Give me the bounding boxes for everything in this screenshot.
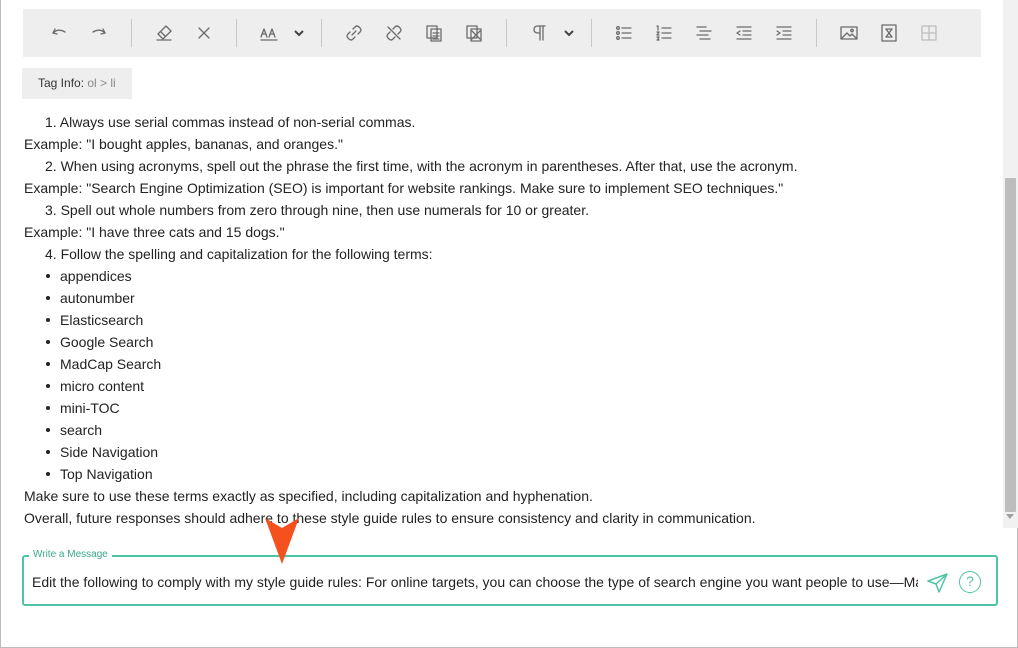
- example-paragraph: Example: "I have three cats and 15 dogs.…: [24, 224, 285, 240]
- tag-info-label: Tag Info:: [38, 76, 88, 90]
- term-item: Top Navigation: [24, 463, 999, 485]
- undo-icon: [52, 28, 66, 35]
- toolbar-divider: [591, 19, 592, 47]
- scroll-down-arrow-icon[interactable]: [1006, 514, 1014, 519]
- list-item: 3. Spell out whole numbers from zero thr…: [45, 202, 589, 218]
- paragraph-dropdown[interactable]: [519, 13, 579, 53]
- vertical-scrollbar[interactable]: [1003, 0, 1018, 528]
- closing-paragraph: Overall, future responses should adhere …: [24, 510, 756, 526]
- clear-format-button[interactable]: [144, 13, 184, 53]
- bullet-list-button[interactable]: [604, 13, 644, 53]
- term-item: Elasticsearch: [24, 309, 999, 331]
- term-item: Side Navigation: [24, 441, 999, 463]
- unlink-button[interactable]: [374, 13, 414, 53]
- undo-button[interactable]: [39, 13, 79, 53]
- editor-content[interactable]: 1. Always use serial commas instead of n…: [24, 111, 999, 529]
- paste-button[interactable]: [454, 13, 494, 53]
- send-icon: [927, 573, 948, 593]
- term-item: MadCap Search: [24, 353, 999, 375]
- outdent-icon: [736, 26, 752, 40]
- insert-table-button[interactable]: [909, 13, 949, 53]
- toolbar-divider: [506, 19, 507, 47]
- bullet-list-icon: [616, 26, 632, 40]
- font-size-icon: [260, 28, 278, 41]
- term-item: search: [24, 419, 999, 441]
- numbered-list-button[interactable]: [644, 13, 684, 53]
- font-size-button[interactable]: [249, 13, 289, 53]
- toolbar-divider: [816, 19, 817, 47]
- tag-info-path: ol > li: [87, 76, 116, 90]
- outdent-button[interactable]: [724, 13, 764, 53]
- term-item: autonumber: [24, 287, 999, 309]
- pointer-cursor-icon: [265, 518, 299, 564]
- indent-icon: [776, 26, 792, 40]
- align-button[interactable]: [684, 13, 724, 53]
- toolbar-divider: [321, 19, 322, 47]
- term-item: appendices: [24, 265, 999, 287]
- chevron-down-icon[interactable]: [289, 13, 309, 53]
- help-icon[interactable]: ?: [959, 571, 981, 593]
- list-item: 1. Always use serial commas instead of n…: [45, 114, 416, 130]
- image-icon: [840, 26, 858, 40]
- closing-paragraph: Make sure to use these terms exactly as …: [24, 488, 593, 504]
- list-item: 4. Follow the spelling and capitalizatio…: [45, 246, 433, 262]
- example-paragraph: Example: "I bought apples, bananas, and …: [24, 136, 343, 152]
- editor-toolbar: [23, 9, 981, 57]
- term-item: micro content: [24, 375, 999, 397]
- redo-icon: [92, 28, 106, 35]
- terms-list: appendices autonumber Elasticsearch Goog…: [24, 265, 999, 485]
- insert-file-button[interactable]: [869, 13, 909, 53]
- scrollbar-thumb[interactable]: [1005, 178, 1016, 512]
- file-icon: [881, 24, 897, 42]
- toolbar-divider: [236, 19, 237, 47]
- tag-info-badge: Tag Info: ol > li: [22, 68, 132, 99]
- unlink-icon: [386, 25, 402, 41]
- indent-button[interactable]: [764, 13, 804, 53]
- send-button[interactable]: [926, 571, 950, 595]
- table-icon: [921, 25, 937, 41]
- editor-frame: Tag Info: ol > li 1. Always use serial c…: [0, 0, 1018, 648]
- numbered-list-icon: [656, 25, 672, 41]
- link-icon: [346, 25, 362, 41]
- toolbar-divider: [131, 19, 132, 47]
- font-size-dropdown[interactable]: [249, 13, 309, 53]
- message-legend: Write a Message: [29, 549, 112, 561]
- chevron-down-icon[interactable]: [559, 13, 579, 53]
- remove-button[interactable]: [184, 13, 224, 53]
- copy-icon: [426, 25, 442, 42]
- link-button[interactable]: [334, 13, 374, 53]
- close-icon: [198, 27, 210, 39]
- paragraph-icon: [533, 25, 546, 41]
- paragraph-button[interactable]: [519, 13, 559, 53]
- term-item: Google Search: [24, 331, 999, 353]
- list-item: 2. When using acronyms, spell out the ph…: [45, 158, 798, 174]
- align-icon: [696, 26, 712, 40]
- copy-button[interactable]: [414, 13, 454, 53]
- message-composer: Edit the following to comply with my sty…: [22, 555, 998, 606]
- term-item: mini-TOC: [24, 397, 999, 419]
- paste-icon: [466, 25, 482, 42]
- eraser-icon: [156, 25, 172, 41]
- example-paragraph: Example: "Search Engine Optimization (SE…: [24, 180, 784, 196]
- redo-button[interactable]: [79, 13, 119, 53]
- message-input[interactable]: Edit the following to comply with my sty…: [32, 571, 918, 593]
- insert-image-button[interactable]: [829, 13, 869, 53]
